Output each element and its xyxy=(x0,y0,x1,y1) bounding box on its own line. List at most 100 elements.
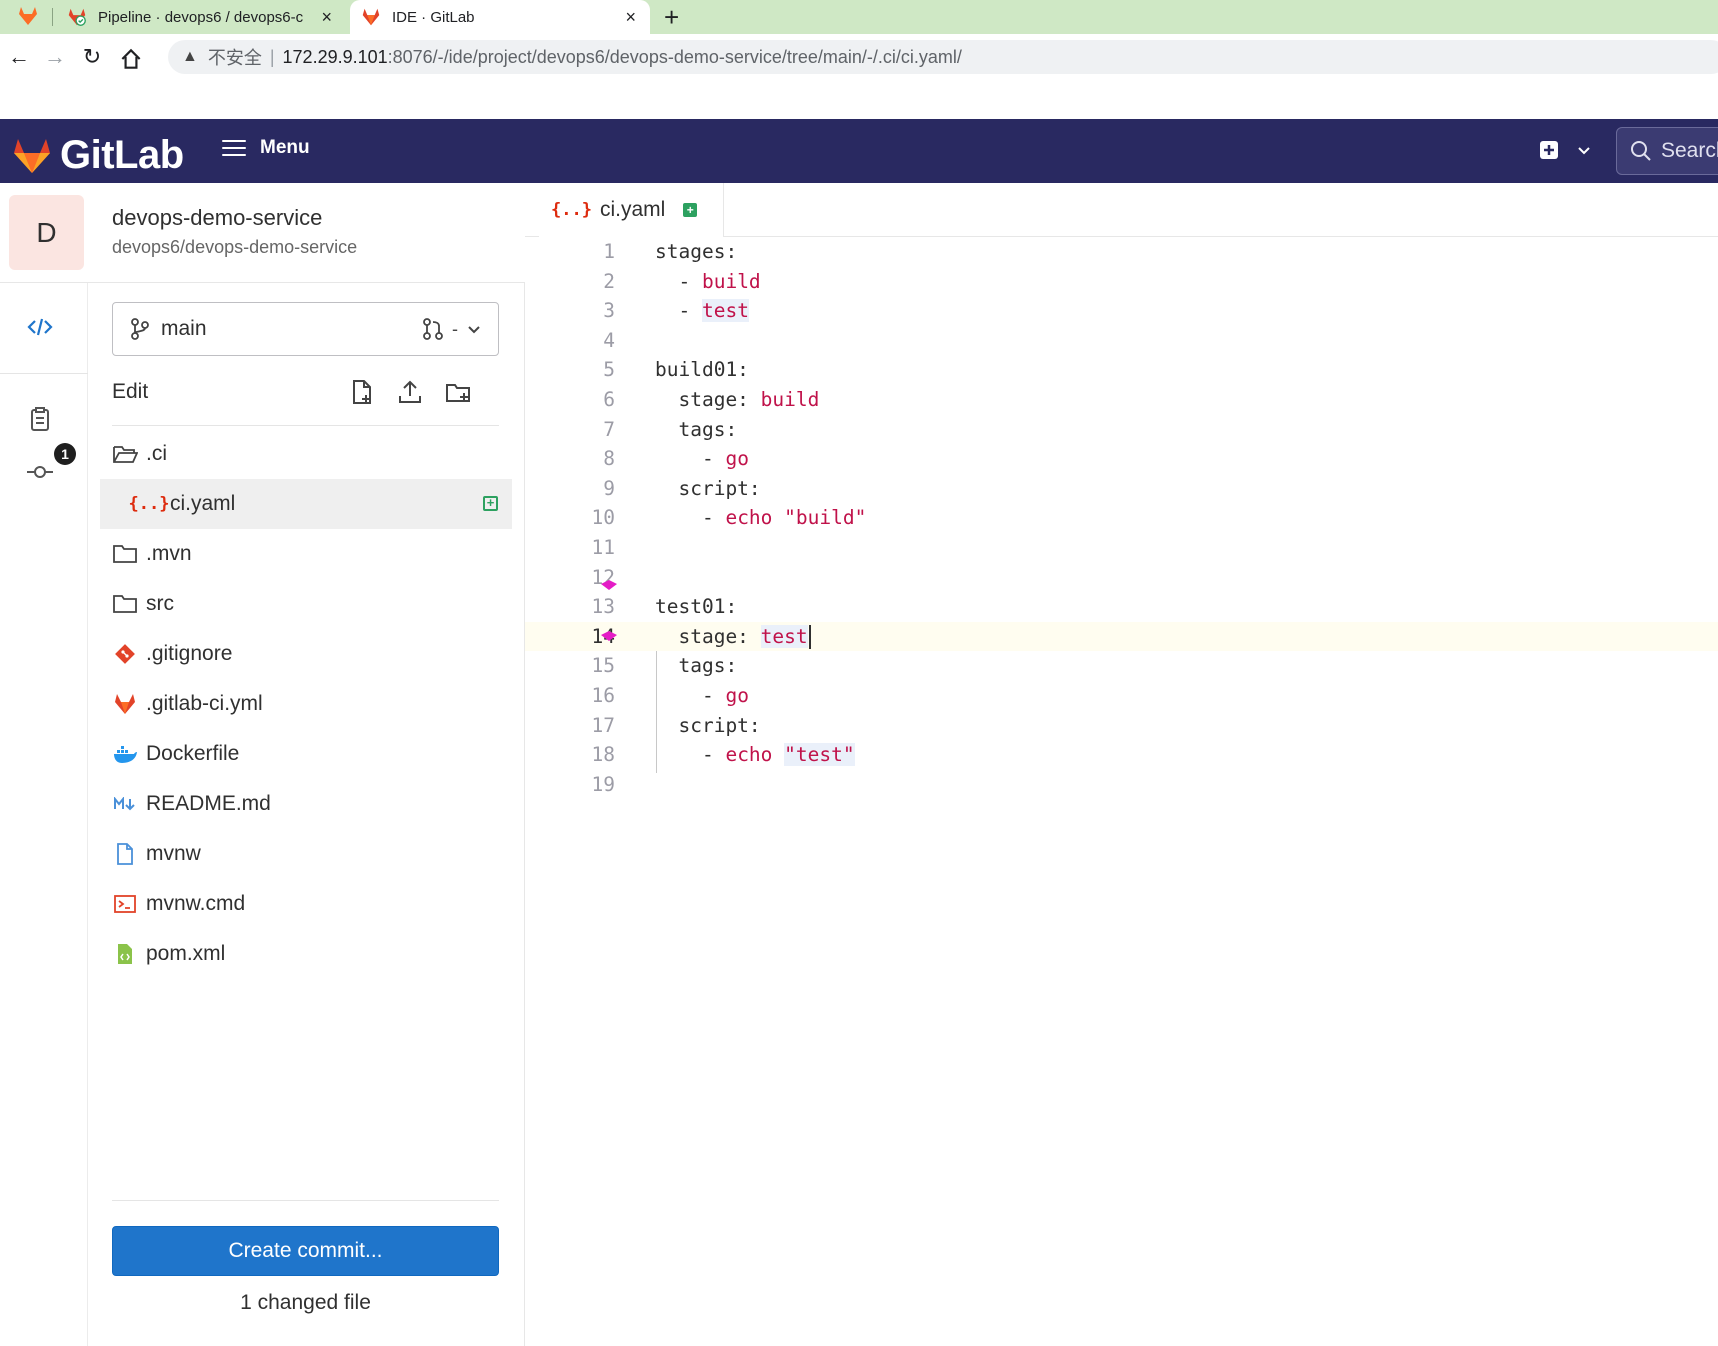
code-line[interactable]: 17 script: xyxy=(525,711,1718,741)
code-line[interactable]: 5 build01: xyxy=(525,355,1718,385)
line-number: 6 xyxy=(603,388,615,411)
home-icon[interactable] xyxy=(118,46,144,72)
markdown-icon xyxy=(112,792,138,816)
line-code: tags: xyxy=(655,417,738,441)
code-line[interactable]: 19 xyxy=(525,770,1718,800)
new-tab-button[interactable]: + xyxy=(664,2,679,33)
line-number: 10 xyxy=(591,506,615,530)
chevron-down-icon xyxy=(1578,147,1590,155)
line-number: 3 xyxy=(603,299,615,323)
create-commit-button[interactable]: Create commit... xyxy=(112,1226,499,1276)
code-line[interactable]: 11 xyxy=(525,533,1718,563)
line-number: 5 xyxy=(603,358,615,382)
search-icon xyxy=(1631,141,1651,161)
code-line[interactable]: 1 stages: xyxy=(525,237,1718,267)
branch-dropdown[interactable]: main - xyxy=(112,302,499,356)
edit-toolbar: Edit xyxy=(112,378,499,412)
back-icon[interactable]: ← xyxy=(6,44,32,70)
tab-separator xyxy=(52,8,53,26)
code-line[interactable]: 3 - test xyxy=(525,296,1718,326)
file-icon xyxy=(112,842,138,866)
tree-file-mvnw[interactable]: mvnw xyxy=(100,829,512,879)
tree-item-label: mvnw.cmd xyxy=(146,892,246,915)
line-number: 19 xyxy=(591,772,615,796)
new-folder-icon[interactable] xyxy=(444,378,472,406)
tree-file-gitignore[interactable]: .gitignore xyxy=(100,629,512,679)
line-number: 9 xyxy=(603,476,615,500)
tab-close-icon[interactable]: × xyxy=(321,7,332,28)
code-line[interactable]: 16 - go xyxy=(525,681,1718,711)
code-icon[interactable] xyxy=(24,311,56,343)
code-line[interactable]: 8 - go xyxy=(525,444,1718,474)
tree-file-ci-yaml[interactable]: {..} ci.yaml + xyxy=(100,479,512,529)
line-code: script: xyxy=(655,713,761,737)
tree-folder-ci[interactable]: .ci xyxy=(100,429,512,479)
code-line[interactable]: 6 stage: build xyxy=(525,385,1718,415)
tree-item-label: src xyxy=(146,592,174,615)
reload-icon[interactable]: ↻ xyxy=(79,44,105,70)
code-line[interactable]: 10 - echo "build" xyxy=(525,503,1718,533)
upload-icon[interactable] xyxy=(396,378,424,406)
line-code: - echo "test" xyxy=(655,743,855,767)
code-line[interactable]: 13 test01: xyxy=(525,592,1718,622)
docker-icon xyxy=(112,742,138,766)
warning-triangle-icon[interactable]: ▲ xyxy=(182,48,198,66)
tree-file-gitlab-ci[interactable]: .gitlab-ci.yml xyxy=(100,679,512,729)
line-code: stages: xyxy=(655,240,738,263)
project-name[interactable]: devops-demo-service xyxy=(112,205,322,231)
xml-icon xyxy=(112,942,138,966)
code-line[interactable]: 2 - build xyxy=(525,267,1718,297)
diff-marker-icon[interactable] xyxy=(599,580,619,592)
project-path[interactable]: devops6/devops-demo-service xyxy=(112,237,357,258)
url-input[interactable]: ▲ 不安全 | 172.29.9.101 :8076/-/ide/project… xyxy=(168,40,1718,74)
merge-request-label: - xyxy=(452,318,458,339)
editor-tab-label: ci.yaml xyxy=(599,198,666,221)
insecure-label[interactable]: 不安全 xyxy=(208,44,262,70)
commit-icon[interactable] xyxy=(24,456,56,488)
review-icon[interactable] xyxy=(24,403,56,435)
line-number: 17 xyxy=(591,713,615,737)
code-line[interactable]: 7 tags: xyxy=(525,415,1718,445)
code-line[interactable]: 15 tags: xyxy=(525,651,1718,681)
diff-marker-icon[interactable] xyxy=(599,630,619,643)
tree-file-dockerfile[interactable]: Dockerfile xyxy=(100,729,512,779)
file-tree: .ci {..} ci.yaml + .mvn src .gitignore .… xyxy=(100,429,512,979)
tree-file-pom[interactable]: pom.xml xyxy=(100,929,512,979)
editor-tab-bar: {..} ci.yaml + xyxy=(525,183,1718,237)
line-code: - go xyxy=(655,684,749,707)
search-input[interactable]: Search xyxy=(1616,127,1718,175)
file-added-icon: + xyxy=(483,496,498,511)
project-avatar[interactable]: D xyxy=(9,195,84,270)
tab-title: Pipeline · devops6 / devops6-c xyxy=(98,8,304,26)
tree-folder-mvn[interactable]: .mvn xyxy=(100,529,512,579)
code-line[interactable]: 12 xyxy=(525,563,1718,593)
gitlab-logo[interactable]: GitLab xyxy=(12,133,184,178)
tab-ide[interactable]: IDE · GitLab × xyxy=(350,0,650,34)
address-bar-row: ← → ↻ ▲ 不安全 | 172.29.9.101 :8076/-/ide/p… xyxy=(0,34,1718,80)
gitlab-tab-icon[interactable] xyxy=(16,4,40,28)
line-code: stage: build xyxy=(655,388,820,411)
url-path: :8076/-/ide/project/devops6/devops-demo-… xyxy=(387,46,962,67)
tab-close-icon[interactable]: × xyxy=(625,7,636,28)
new-file-icon[interactable] xyxy=(348,378,376,406)
yaml-icon: {..} xyxy=(551,200,592,220)
code-line[interactable]: 18 - echo "test" xyxy=(525,740,1718,770)
editor-tab-ci-yaml[interactable]: {..} ci.yaml + xyxy=(539,183,725,237)
code-line[interactable]: 14 stage: test xyxy=(525,621,1718,652)
code-line[interactable]: 9 script: xyxy=(525,474,1718,504)
tree-file-readme[interactable]: README.md xyxy=(100,779,512,829)
code-line[interactable]: 4 xyxy=(525,326,1718,356)
chevron-down-icon xyxy=(468,326,480,334)
tree-item-label: ci.yaml xyxy=(170,492,236,515)
tree-file-mvnw-cmd[interactable]: mvnw.cmd xyxy=(100,879,512,929)
line-code: - go xyxy=(655,447,749,471)
new-dropdown-button[interactable] xyxy=(1538,139,1592,161)
branch-name: main xyxy=(161,317,207,340)
tree-folder-src[interactable]: src xyxy=(100,579,512,629)
menu-button[interactable]: Menu xyxy=(222,135,310,161)
tab-pipeline[interactable]: Pipeline · devops6 / devops6-c × xyxy=(56,0,346,34)
gitlab-tab-icon xyxy=(68,8,86,26)
forward-icon[interactable]: → xyxy=(42,44,68,70)
merge-request-dropdown[interactable]: - xyxy=(422,317,482,341)
code-editor[interactable]: 1 stages: 2 - build 3 - test 4 5 build01: 6 sta… xyxy=(525,237,1718,1346)
